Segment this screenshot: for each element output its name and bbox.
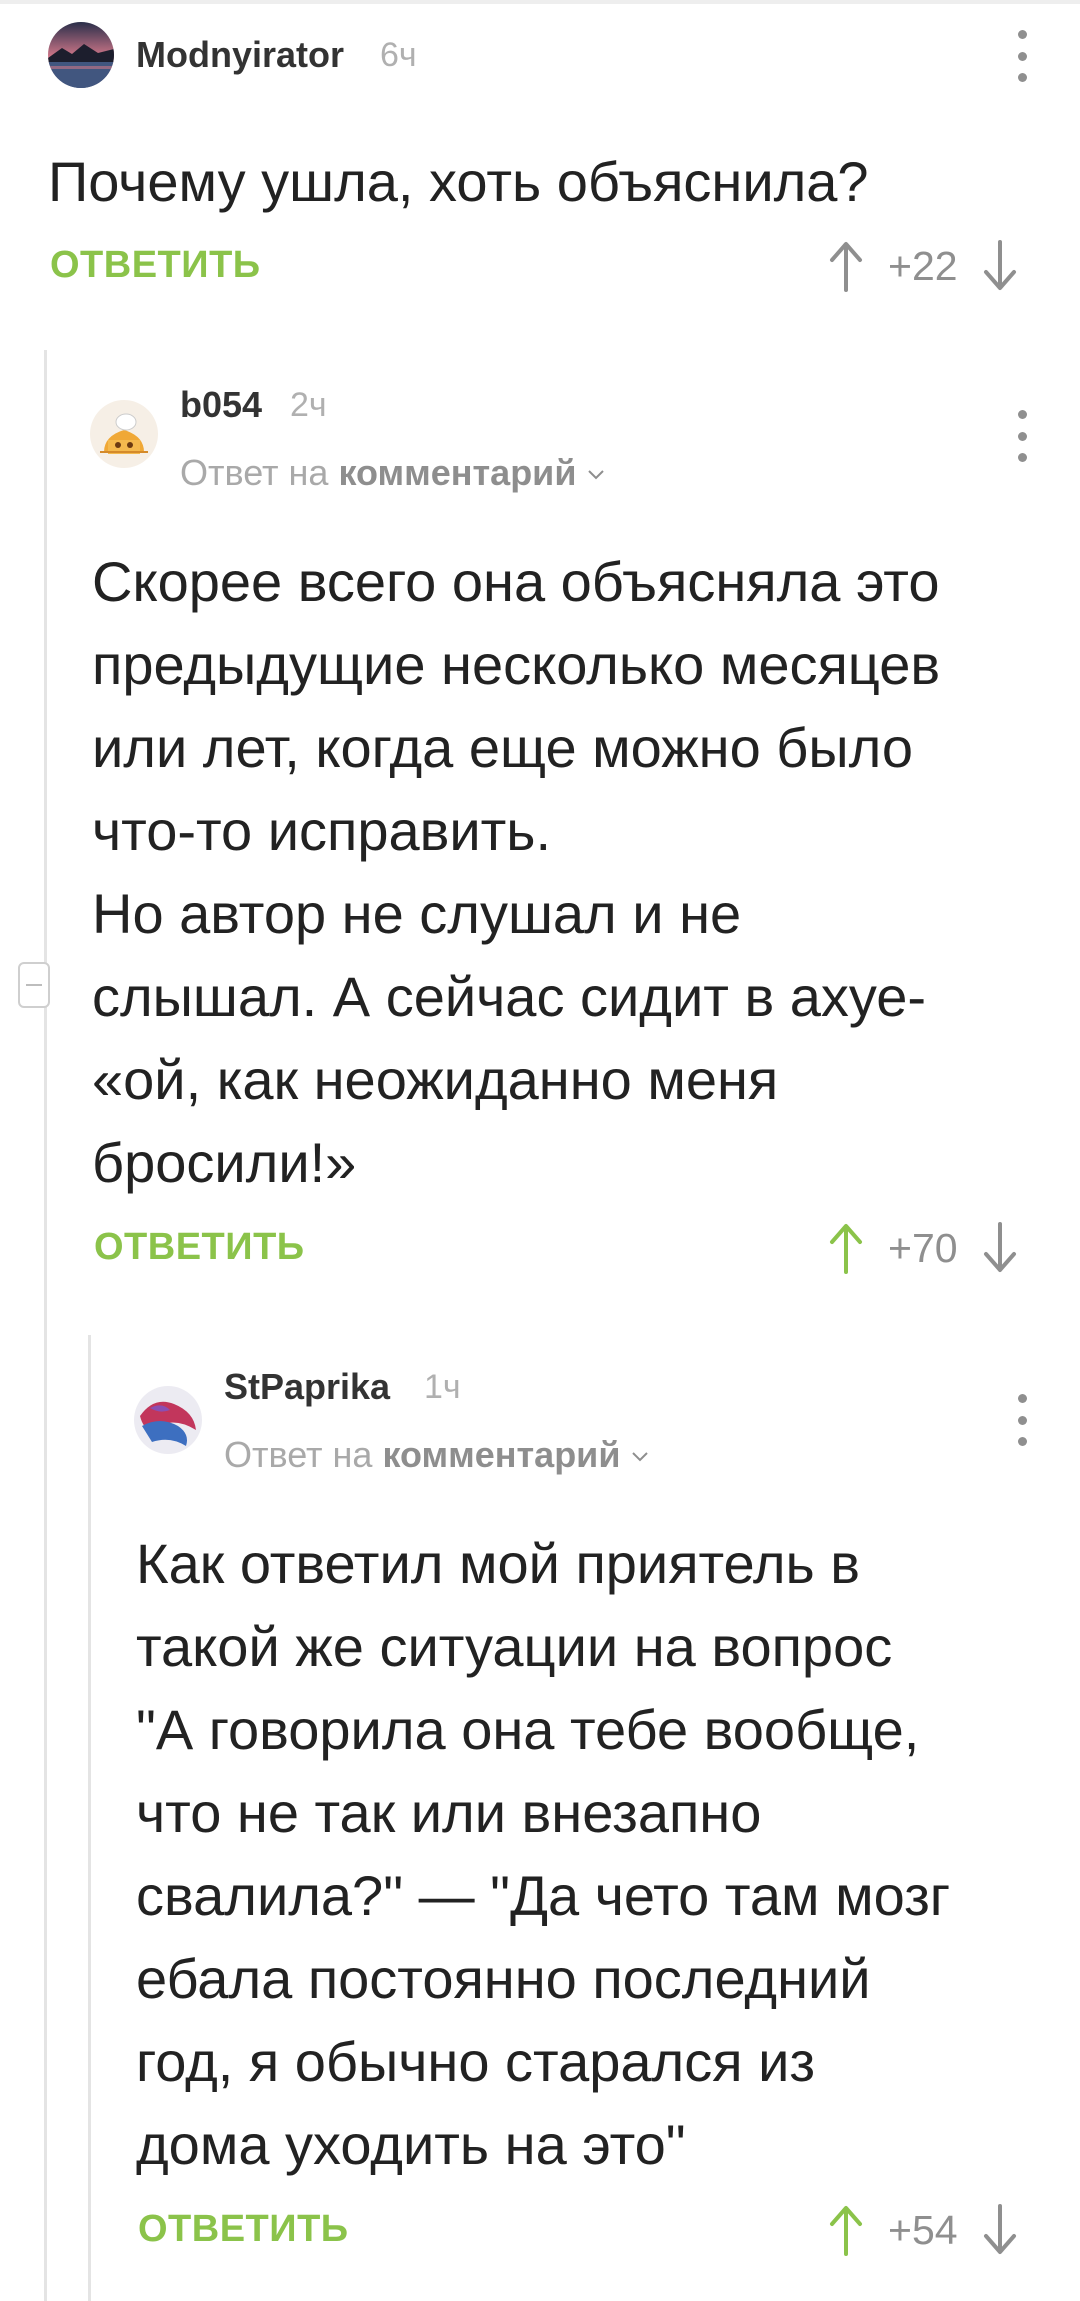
vote-controls: +54 — [826, 2200, 1020, 2260]
comment-score: +54 — [888, 2206, 958, 2253]
reply-button[interactable]: ОТВЕТИТЬ — [138, 2208, 349, 2251]
comment-text: Как ответил мой приятель в такой же ситу… — [136, 1532, 951, 2176]
cartoon-house-avatar-icon[interactable] — [90, 400, 158, 468]
downvote-icon[interactable] — [980, 238, 1020, 294]
top-divider — [0, 0, 1080, 4]
vote-controls: +70 — [826, 1218, 1020, 1278]
more-options-icon[interactable] — [1012, 1394, 1032, 1446]
chevron-down-icon[interactable] — [630, 1450, 650, 1464]
comment-score: +70 — [888, 1224, 958, 1271]
comment-author[interactable]: StPaprika — [224, 1366, 390, 1408]
comment-time: 6ч — [380, 36, 417, 74]
reply-to-link[interactable]: Ответ на комментарий — [224, 1434, 650, 1476]
reply-to-target[interactable]: комментарий — [382, 1434, 620, 1475]
more-options-icon[interactable] — [1012, 410, 1032, 462]
more-options-icon[interactable] — [1012, 30, 1032, 82]
reply-to-prefix: Ответ на — [224, 1434, 373, 1475]
upvote-icon[interactable] — [826, 238, 866, 294]
upvote-icon[interactable] — [826, 2202, 866, 2258]
comment-author[interactable]: Modnyirator — [136, 34, 344, 76]
thread-line-level-1[interactable] — [44, 350, 47, 2301]
comment-text: Скорее всего она объясняла это предыдущи… — [92, 550, 941, 1194]
thread-line-level-2[interactable] — [88, 1335, 91, 2301]
landscape-avatar-icon[interactable] — [48, 22, 114, 88]
downvote-icon[interactable] — [980, 2202, 1020, 2258]
comment-score: +22 — [888, 242, 958, 289]
reply-to-link[interactable]: Ответ на комментарий — [180, 452, 606, 494]
comment-time: 2ч — [290, 386, 327, 424]
comment-time: 1ч — [424, 1368, 461, 1406]
comment-author[interactable]: b054 — [180, 384, 262, 426]
reply-button[interactable]: ОТВЕТИТЬ — [50, 244, 261, 287]
comment-text: Почему ушла, хоть объяснила? — [48, 150, 869, 213]
chevron-down-icon[interactable] — [586, 468, 606, 482]
upvote-icon[interactable] — [826, 1220, 866, 1276]
reply-to-prefix: Ответ на — [180, 452, 329, 493]
reply-button[interactable]: ОТВЕТИТЬ — [94, 1226, 305, 1269]
collapse-thread-button[interactable] — [18, 962, 50, 1008]
reply-to-target[interactable]: комментарий — [338, 452, 576, 493]
vote-controls: +22 — [826, 236, 1020, 296]
abstract-avatar-icon[interactable] — [134, 1386, 202, 1454]
downvote-icon[interactable] — [980, 1220, 1020, 1276]
